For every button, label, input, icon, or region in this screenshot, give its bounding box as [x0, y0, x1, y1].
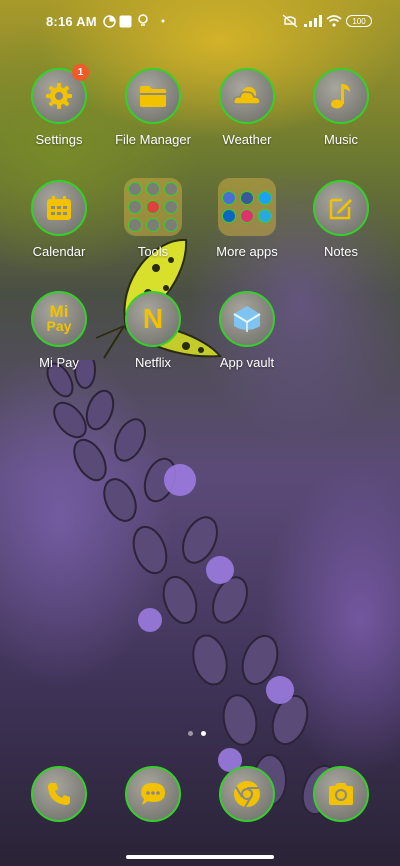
file-manager-icon-button[interactable] — [125, 68, 181, 124]
app-vault[interactable]: App vault — [202, 291, 292, 370]
wifi-icon — [326, 14, 342, 28]
camera-icon-button[interactable] — [313, 766, 369, 822]
music-note-icon — [331, 84, 350, 109]
app-label: Calendar — [32, 244, 86, 259]
dock-chrome[interactable] — [202, 766, 292, 822]
dot-icon — [160, 14, 166, 28]
folder-label: Tools — [137, 244, 169, 259]
pencil-icon — [329, 198, 352, 220]
app-notes[interactable]: Notes — [296, 180, 386, 259]
folder-label: More apps — [216, 244, 278, 259]
notes-icon-button[interactable] — [313, 180, 369, 236]
folder-tools-preview[interactable] — [124, 178, 182, 236]
phone-icon — [48, 783, 70, 805]
calendar-icon — [47, 196, 71, 220]
app-mi-pay[interactable]: Mi Pay Mi Pay — [14, 291, 104, 370]
mute-icon — [282, 14, 298, 28]
chrome-icon-button[interactable] — [219, 766, 275, 822]
gear-icon — [46, 83, 72, 109]
phone-icon-button[interactable] — [31, 766, 87, 822]
status-time: 8:16 AM — [46, 14, 97, 29]
app-weather[interactable]: Weather — [202, 68, 292, 147]
notification-badge: 1 — [72, 64, 89, 81]
dock-camera[interactable] — [296, 766, 386, 822]
page-indicator — [188, 731, 206, 736]
battery-level: 100 — [352, 16, 366, 26]
app-label: File Manager — [115, 132, 191, 147]
lightbulb-icon — [136, 14, 150, 28]
mi-pay-logo-line1: Mi — [49, 302, 69, 321]
page-dot — [188, 731, 193, 736]
calendar-icon-button[interactable] — [31, 180, 87, 236]
app-label: Notes — [324, 244, 358, 259]
mi-pay-icon-button[interactable]: Mi Pay — [31, 291, 87, 347]
weather-icon-button[interactable] — [219, 68, 275, 124]
app-label: Music — [324, 132, 358, 147]
chrome-icon — [234, 781, 260, 808]
app-calendar[interactable]: Calendar — [14, 180, 104, 259]
signal-icon — [304, 14, 322, 28]
vpn-key-icon — [102, 14, 116, 28]
folder-tools[interactable]: Tools — [108, 178, 198, 259]
music-icon-button[interactable] — [313, 68, 369, 124]
mi-pay-logo: Mi Pay — [46, 302, 72, 334]
settings-icon-button[interactable]: 1 — [31, 64, 89, 124]
dock-messaging[interactable] — [108, 766, 198, 822]
mi-pay-logo-line2: Pay — [46, 318, 72, 334]
camera-icon — [329, 783, 353, 805]
app-label: Weather — [222, 132, 272, 147]
app-settings[interactable]: 1 Settings — [14, 64, 104, 147]
app-label: Mi Pay — [39, 355, 79, 370]
app-label: Settings — [35, 132, 83, 147]
dock-phone[interactable] — [14, 766, 104, 822]
app-label: App vault — [219, 355, 275, 370]
folder-more-apps-preview[interactable] — [218, 178, 276, 236]
app-label: Netflix — [134, 355, 172, 370]
image-icon — [118, 14, 132, 28]
messaging-icon — [141, 783, 165, 805]
folder-icon — [140, 86, 166, 107]
page-dot-active — [201, 731, 206, 736]
netflix-icon-button[interactable]: N — [125, 291, 181, 347]
app-vault-icon — [233, 306, 261, 332]
netflix-logo: N — [142, 303, 164, 334]
app-music[interactable]: Music — [296, 68, 386, 147]
folder-more-apps[interactable]: More apps — [202, 178, 292, 259]
app-file-manager[interactable]: File Manager — [108, 68, 198, 147]
messaging-icon-button[interactable] — [125, 766, 181, 822]
cloud-icon — [233, 87, 261, 105]
home-indicator[interactable] — [126, 855, 274, 859]
battery-icon: 100 — [346, 15, 372, 27]
app-vault-icon-button[interactable] — [219, 291, 275, 347]
status-bar: 8:16 AM 100 — [0, 0, 400, 44]
app-netflix[interactable]: N Netflix — [108, 291, 198, 370]
